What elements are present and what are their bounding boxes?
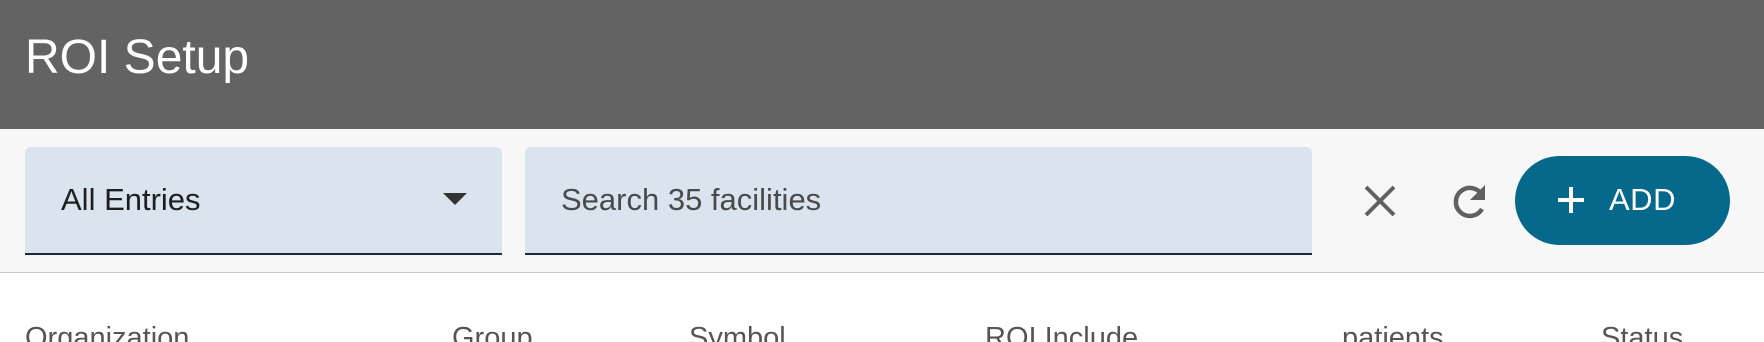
column-header-roi-include[interactable]: ROI Include <box>985 320 1138 342</box>
entries-filter-select[interactable]: All Entries <box>25 147 502 255</box>
caret-down-icon <box>443 193 467 205</box>
column-header-status[interactable]: Status <box>1601 320 1683 342</box>
app-header: ROI Setup <box>0 0 1764 129</box>
entries-filter-value: All Entries <box>61 182 201 217</box>
close-icon <box>1364 185 1396 217</box>
plus-icon <box>1558 187 1584 213</box>
column-header-organization[interactable]: Organization <box>25 320 189 342</box>
column-header-symbol[interactable]: Symbol <box>689 320 786 342</box>
table-header: Organization Group Symbol ROI Include pa… <box>0 273 1764 342</box>
page-title: ROI Setup <box>25 31 250 84</box>
add-button-label: ADD <box>1609 182 1676 217</box>
column-header-patients[interactable]: patients <box>1342 320 1444 342</box>
column-header-group[interactable]: Group <box>452 320 533 342</box>
clear-button[interactable] <box>1352 173 1408 229</box>
add-button[interactable]: ADD <box>1515 156 1730 245</box>
toolbar: All Entries ADD <box>0 129 1764 273</box>
search-input[interactable] <box>525 147 1312 253</box>
refresh-icon <box>1453 185 1486 219</box>
refresh-button[interactable] <box>1442 173 1498 229</box>
search-field <box>525 147 1312 255</box>
